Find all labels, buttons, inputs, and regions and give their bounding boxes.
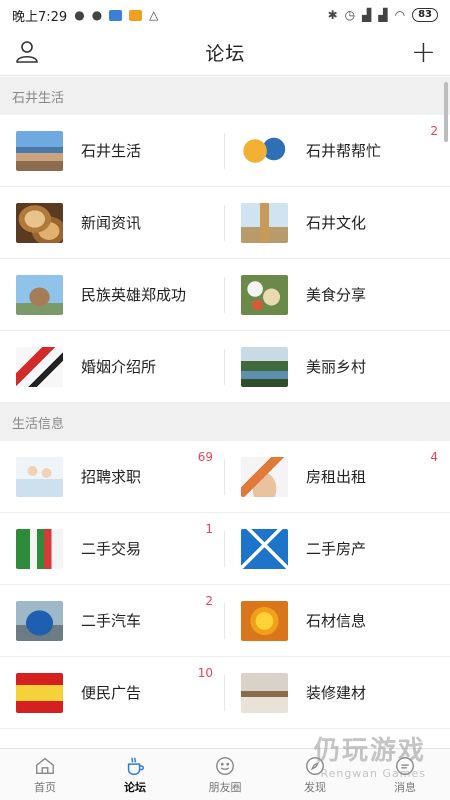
scrollbar[interactable]: [444, 82, 448, 142]
add-post-button[interactable]: +: [411, 37, 436, 68]
bluetooth-icon: ✱: [327, 8, 338, 22]
page-title: 论坛: [205, 43, 246, 65]
village-photo: [241, 346, 288, 387]
car-photo: [16, 600, 63, 641]
forum-item-label: 石井文化: [306, 214, 367, 232]
forum-item-label: 招聘求职: [81, 468, 142, 486]
statue-photo: [16, 274, 63, 315]
forum-item[interactable]: 美食分享: [225, 259, 450, 331]
forum-item[interactable]: 二手房产: [225, 513, 450, 585]
signal-icon-2: ▟: [378, 8, 388, 22]
home-icon: [36, 757, 54, 774]
forum-item-label: 二手汽车: [81, 612, 142, 630]
forum-item[interactable]: 民族英雄郑成功: [0, 259, 225, 331]
forum-item-label: 婚姻介绍所: [81, 358, 157, 376]
forum-item-label: 二手房产: [306, 540, 367, 558]
nav-label: 朋友圈: [208, 780, 242, 794]
interior-photo: [241, 672, 288, 713]
forum-item[interactable]: 石材信息: [225, 585, 450, 657]
forum-item[interactable]: 美丽乡村: [225, 331, 450, 403]
forum-item[interactable]: 婚姻介绍所: [0, 331, 225, 403]
watermark: 仍玩游戏 Rengwan Games: [314, 730, 426, 780]
yen-gold-graphic: [241, 600, 288, 641]
forum-item[interactable]: 装修建材: [225, 657, 450, 729]
forum-item[interactable]: 新闻资讯: [0, 187, 225, 259]
forum-item-label: 二手交易: [81, 540, 142, 558]
ad-banner-graphic: [16, 672, 63, 713]
unread-badge: 2: [430, 124, 438, 138]
forum-grid: 石井生活 石井帮帮忙 2 新闻资讯 石井文化 民族英雄郑成功 美食分享 婚姻介绍…: [0, 115, 450, 403]
watermark-subtext: Rengwan Games: [320, 767, 426, 780]
nav-label: 消息: [394, 780, 416, 794]
forum-item[interactable]: 房租出租 4: [225, 441, 450, 513]
bread-photo: [16, 202, 63, 243]
nav-forum[interactable]: 论坛: [90, 749, 180, 800]
nav-friends[interactable]: 朋友圈: [180, 749, 270, 800]
battery-indicator: 83: [412, 8, 438, 22]
unread-badge: 69: [197, 450, 213, 464]
alert-icon: △: [149, 8, 159, 22]
forum-item-label: 美丽乡村: [306, 358, 367, 376]
unread-badge: 1: [205, 522, 213, 536]
alarm-icon: ◷: [344, 8, 356, 22]
forum-item[interactable]: 石井帮帮忙 2: [225, 115, 450, 187]
wifi-icon: ◠: [394, 8, 406, 22]
forum-item-label: 民族英雄郑成功: [81, 286, 187, 304]
forum-item[interactable]: 二手汽车 2: [0, 585, 225, 657]
forum-item[interactable]: 便民广告 10: [0, 657, 225, 729]
smile-icon: [216, 756, 234, 775]
forum-item-label: 石材信息: [306, 612, 367, 630]
section-header: 石井生活: [0, 77, 450, 115]
forum-item-label: 房租出租: [306, 468, 367, 486]
forum-list[interactable]: 石井生活 石井生活 石井帮帮忙 2 新闻资讯 石井文化 民族英雄郑成功 美食分享…: [0, 77, 450, 748]
trade-graphic: [16, 528, 63, 569]
wechat-icon-2: ●: [91, 8, 103, 22]
house-in-hand-photo: [241, 456, 288, 497]
forum-item-label: 石井帮帮忙: [306, 142, 382, 160]
forum-item-label: 装修建材: [306, 684, 367, 702]
cup-icon: [127, 756, 144, 775]
forum-item[interactable]: 二手交易 1: [0, 513, 225, 585]
status-time: 晚上7:29: [12, 9, 68, 25]
forum-grid: 招聘求职 69 房租出租 4 二手交易 1 二手房产 二手汽车 2 石材信息 便…: [0, 441, 450, 729]
forum-item-label: 新闻资讯: [81, 214, 142, 232]
forum-item-label: 美食分享: [306, 286, 367, 304]
forum-item-label: 石井生活: [81, 142, 142, 160]
coast-photo: [16, 130, 63, 171]
unread-badge: 2: [205, 594, 213, 608]
watermark-text: 仍玩游戏: [313, 736, 426, 766]
profile-icon[interactable]: [14, 38, 40, 68]
fish-illustration: [241, 130, 288, 171]
unread-badge: 10: [197, 666, 213, 680]
unread-badge: 4: [430, 450, 438, 464]
office-photo: [16, 456, 63, 497]
nav-home[interactable]: 首页: [0, 749, 90, 800]
forum-item-label: 便民广告: [81, 684, 142, 702]
house-icon-tile: [241, 528, 288, 569]
signal-icon: ▟: [362, 8, 372, 22]
app-notification-icon: [109, 9, 123, 21]
forum-item[interactable]: 招聘求职 69: [0, 441, 225, 513]
pagoda-photo: [241, 202, 288, 243]
section-header: 生活信息: [0, 403, 450, 441]
top-bar: 论坛 +: [0, 30, 450, 76]
status-bar: 晚上7:29 ● ● △ ✱ ◷ ▟ ▟ ◠ 83: [0, 0, 450, 30]
nav-label: 首页: [34, 780, 56, 794]
nav-label: 论坛: [124, 780, 146, 794]
nav-label: 发现: [304, 780, 326, 794]
forum-item[interactable]: 石井生活: [0, 115, 225, 187]
food-photo: [241, 274, 288, 315]
wechat-icon: ●: [74, 8, 85, 22]
calligraphy-image: [16, 346, 63, 387]
app-notification-icon-2: [129, 9, 143, 21]
forum-item[interactable]: 石井文化: [225, 187, 450, 259]
